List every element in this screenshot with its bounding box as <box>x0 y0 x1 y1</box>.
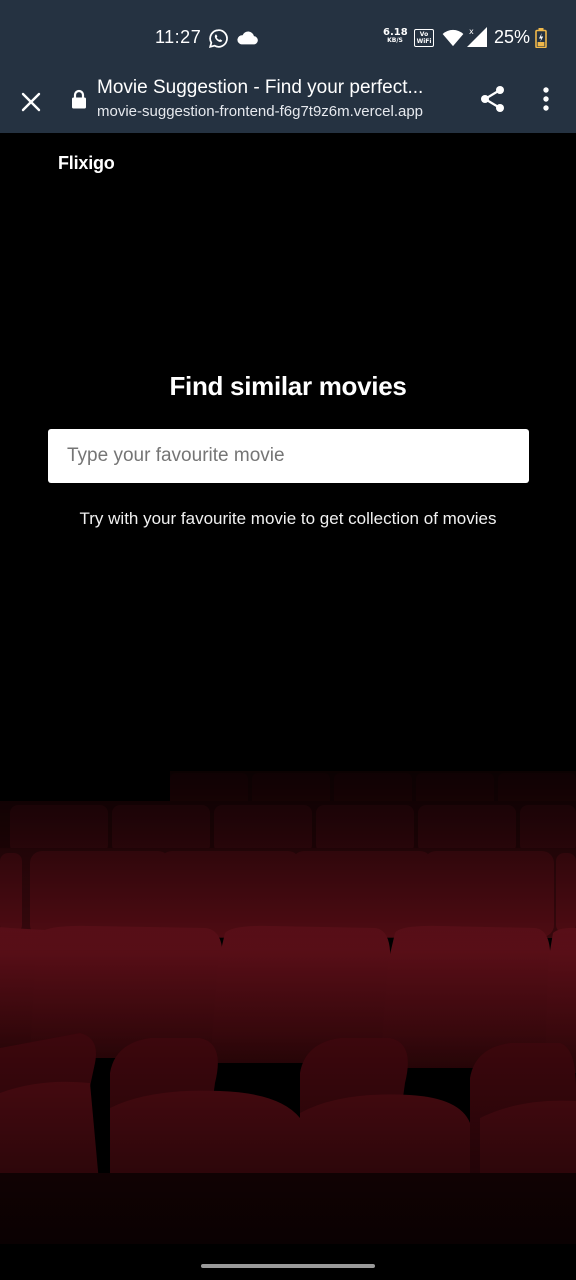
whatsapp-icon <box>208 29 228 49</box>
cloud-icon <box>237 31 258 45</box>
browser-chrome: 11:27 6.18 KB/S Vo WiFi x 25% Movie Sugg… <box>0 0 576 133</box>
more-vert-icon[interactable] <box>533 84 559 114</box>
custom-tab-toolbar: Movie Suggestion - Find your perfect... … <box>0 76 576 133</box>
search-hint: Try with your favourite movie to get col… <box>79 509 497 528</box>
battery-icon <box>535 28 547 48</box>
close-button[interactable] <box>14 85 48 119</box>
cinema-seats-background <box>0 133 576 1280</box>
network-speed: 6.18 KB/S <box>383 28 408 44</box>
brand-logo[interactable]: Flixigo <box>58 153 115 174</box>
battery-percent: 25% <box>494 27 531 47</box>
share-icon[interactable] <box>478 84 508 114</box>
page-heading: Find similar movies <box>169 371 407 401</box>
vowifi-badge: Vo WiFi <box>414 29 434 47</box>
wifi-icon <box>442 29 464 47</box>
svg-text:x: x <box>469 27 474 36</box>
status-bar: 11:27 6.18 KB/S Vo WiFi x 25% <box>0 0 576 76</box>
gesture-handle[interactable] <box>201 1264 375 1268</box>
status-time: 11:27 <box>155 27 202 47</box>
page-content: Flixigo Find similar movies Try with you… <box>0 133 576 1280</box>
movie-search-input[interactable] <box>48 429 529 483</box>
system-nav-bar <box>0 1244 576 1280</box>
network-speed-unit: KB/S <box>387 37 403 44</box>
close-icon <box>21 92 41 112</box>
page-url[interactable]: movie-suggestion-frontend-f6g7t9z6m.verc… <box>97 103 457 120</box>
lock-icon[interactable] <box>70 89 88 109</box>
signal-icon: x <box>467 27 487 47</box>
page-title: Movie Suggestion - Find your perfect... <box>97 77 424 98</box>
